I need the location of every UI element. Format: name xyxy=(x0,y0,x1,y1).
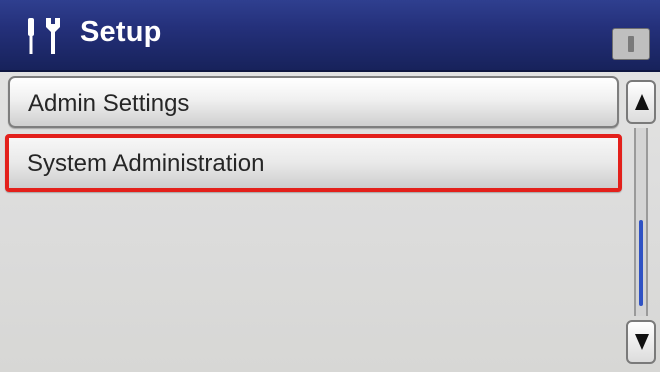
down-arrow-icon xyxy=(635,334,649,350)
printer-screen: Setup Admin Settings System Administrati… xyxy=(0,0,660,372)
scroll-down-button[interactable] xyxy=(626,320,656,364)
menu-item-admin-settings[interactable]: Admin Settings xyxy=(8,76,619,128)
scrollbar-track[interactable] xyxy=(634,128,648,316)
menu-item-system-administration[interactable]: System Administration xyxy=(5,134,622,192)
page-title: Setup xyxy=(80,16,162,48)
scroll-up-button[interactable] xyxy=(626,80,656,124)
up-arrow-icon xyxy=(635,94,649,110)
tools-icon xyxy=(28,18,60,54)
menu-item-label: System Administration xyxy=(27,150,265,177)
info-status-icon[interactable] xyxy=(612,28,650,60)
menu-item-label: Admin Settings xyxy=(28,90,190,117)
scrollbar-thumb[interactable] xyxy=(639,220,643,306)
header-bar: Setup xyxy=(0,0,660,72)
